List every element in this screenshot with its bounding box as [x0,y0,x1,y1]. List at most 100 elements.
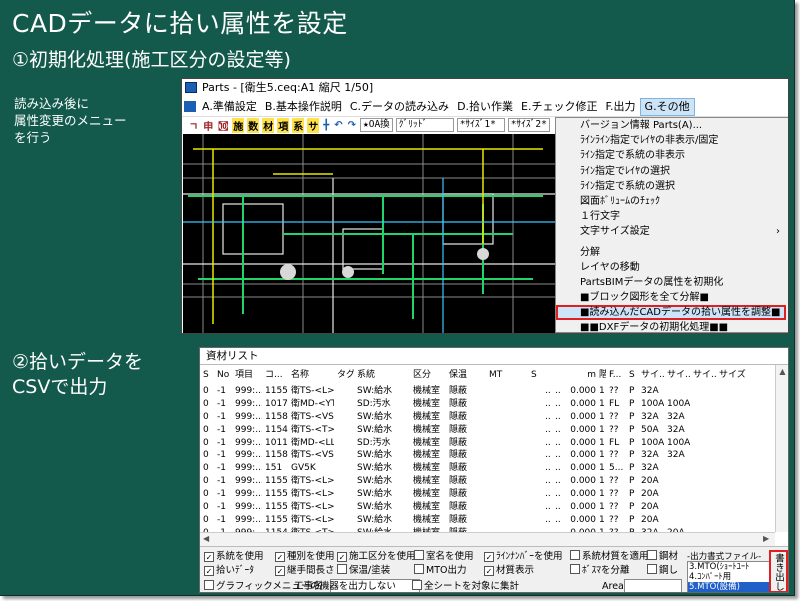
table-row[interactable]: 0 -1 999:...1155衛TS-<L>エル... SW:給水 機械室隠蔽....… [200,475,775,488]
checkbox-empty-icon[interactable] [570,564,580,574]
table-cell: 1 [599,437,605,448]
tool-button[interactable]: 数 [247,117,260,133]
snap-select[interactable]: ★OA換 [360,118,393,132]
menu-check[interactable]: E.チェック修正 [517,98,601,116]
table-row[interactable]: 0 -1 999:...1011衛MD-<LL>9... SD:汚水 機械室隠蔽....… [200,437,775,450]
menu-item-explode-blocks[interactable]: ■ブロック図形を全て分解■ [556,290,788,305]
option-checkbox[interactable]: 全シートを対象に集計 [412,580,519,592]
option-checkbox[interactable]: ✓ 材質表示 [484,564,534,577]
checkbox-empty-icon[interactable] [414,550,424,560]
scroll-right-icon[interactable]: ▶ [763,534,769,543]
checkbox-checked-icon[interactable]: ✓ [337,552,347,562]
table-cell: 32A [667,424,685,435]
option-checkbox[interactable]: ✓ 系統を使用 [204,550,264,563]
grid-select[interactable]: ｸﾞﾘｯﾄﾞ [395,118,454,132]
menu-item-single-text[interactable]: １行文字 [556,209,788,224]
menu-item-volume-check[interactable]: 図面ﾎﾞﾘｭｰﾑのﾁｪｯｸ [556,194,788,209]
crosshair-icon[interactable]: ╋ [322,120,330,131]
menu-item-version[interactable]: バージョン情報 Parts(A)... [556,118,788,133]
option-checkbox[interactable]: 系統材質を適用 [570,550,649,563]
option-checkbox[interactable]: 鋼し [647,564,678,577]
checkbox-empty-icon[interactable] [204,580,214,590]
format-list-item[interactable]: 4.ｺﾝﾊﾟｰﾄ用 [688,572,770,582]
table-row[interactable]: 0 -1 999:...1158衛TS-<VS>バ... SW:給水 機械室隠蔽....… [200,411,775,424]
menu-pickup[interactable]: D.拾い作業 [453,98,517,116]
menu-item-move-layer[interactable]: レイヤの移動 [556,260,788,275]
checkbox-empty-icon[interactable] [337,564,347,574]
checkbox-checked-icon[interactable]: ✓ [484,552,494,562]
checkbox-empty-icon[interactable] [412,580,422,590]
area-input[interactable] [624,579,682,592]
menu-load[interactable]: C.データの読み込み [346,98,453,116]
menu-item-explode[interactable]: 分解 [556,245,788,260]
tool-button[interactable]: 項 [277,117,290,133]
checkbox-checked-icon[interactable]: ✓ [484,566,494,576]
option-checkbox[interactable]: MTO出力 [414,564,466,577]
option-checkbox[interactable]: ✓ 継手間長さ [275,564,335,577]
table-row[interactable]: 0 -1 999:...1154衛TS-<T>チー... SW:給水 機械室隠蔽....… [200,424,775,437]
checkbox-checked-icon[interactable]: ✓ [204,552,214,562]
menu-item-init-bim[interactable]: PartsBIMデータの属性を初期化 [556,275,788,290]
format-list-item[interactable]: 5.MTO(設備) [688,582,770,592]
option-checkbox[interactable]: ✓ 拾いﾃﾞｰﾀ [204,564,254,577]
menu-item-text-size[interactable]: 文字サイズ設定 › [556,224,788,239]
scroll-left-icon[interactable]: ◀ [203,534,209,543]
menu-prep[interactable]: A.準備設定 [198,98,261,116]
format-list-item[interactable]: 3.MTO(ｼｮｰﾄﾕｰﾄ [688,562,770,572]
horizontal-scrollbar[interactable]: ◀ ▶ [200,532,775,546]
option-checkbox[interactable]: ✓ 施工区分を使用 [337,550,416,563]
table-row[interactable]: 0 -1 999:...1155衛TS-<L>エル... SW:給水 機械室隠蔽....… [200,385,775,398]
redo-icon[interactable]: ↷ [347,120,357,131]
undo-icon[interactable]: ↶ [333,120,343,131]
option-checkbox[interactable]: グラフィックメニューの機器を出力しない [204,580,396,592]
checkbox-checked-icon[interactable]: ✓ [275,552,285,562]
table-row[interactable]: 0 -1 999:...1155衛TS-<L>エル... SW:給水 機械室隠蔽....… [200,488,775,501]
checkbox-empty-icon[interactable] [414,564,424,574]
option-checkbox[interactable]: 保温/塗装 [337,564,390,577]
table-cell: .. [555,398,561,409]
table-cell: FL [609,437,620,448]
tool-button[interactable]: 系 [292,117,305,133]
option-checkbox[interactable]: ﾎﾞｽﾏを分離 [570,564,630,577]
tool-button[interactable]: 施 [232,117,245,133]
checkbox-checked-icon[interactable]: ✓ [204,566,214,576]
format-list[interactable]: 3.MTO(ｼｮｰﾄﾕｰﾄ 4.ｺﾝﾊﾟｰﾄ用 5.MTO(設備) [687,561,771,592]
checkbox-checked-icon[interactable]: ✓ [275,566,285,576]
table-row[interactable]: 0 -1 999:...1155衛TS-<L>エル... SW:給水 機械室隠蔽....… [200,501,775,514]
option-checkbox[interactable]: 鋼材 [647,550,678,563]
tool-button[interactable]: サ [307,117,320,133]
menu-item-adjust-attributes[interactable]: ■読み込んだCADデータの拾い属性を調整■ [556,305,786,321]
menu-basic[interactable]: B.基本操作説明 [261,98,346,116]
tool-button[interactable]: ㉈ [217,118,229,133]
table-cell [716,385,746,398]
option-checkbox[interactable]: ✓ ﾗｲﾝﾅﾝﾊﾞｰを使用 [484,550,563,563]
checkbox-empty-icon[interactable] [647,564,657,574]
option-checkbox[interactable]: ✓ 種別を使用 [275,550,335,563]
tool-button[interactable]: ㄱ [188,118,199,133]
parts-grid[interactable]: SNo項目コ...名称タグ系統区分保温MTSm階F...Sサイ...サイ...サ… [200,365,775,532]
checkbox-empty-icon[interactable] [647,550,657,560]
table-row[interactable]: 0 -1 999:...1155衛TS-<L>エル... SW:給水 機械室隠蔽....… [200,514,775,527]
tool-button[interactable]: 材 [262,117,275,133]
menu-output[interactable]: F.出力 [601,98,639,116]
menu-item-dxf-init[interactable]: ■■DXFデータの初期化処理■■ [556,320,788,333]
vertical-scrollbar[interactable]: ▲ [775,365,788,532]
menu-app-icon[interactable] [184,101,196,112]
table-cell: P [629,437,635,448]
menu-item-select-system[interactable]: ﾗｲﾝ指定で系統の選択 [556,179,788,194]
checkbox-empty-icon[interactable] [570,550,580,560]
write-out-button[interactable]: 書き出し [769,550,788,592]
menu-item-hide-system[interactable]: ﾗｲﾝ指定で系統の非表示 [556,148,788,163]
scroll-up-icon[interactable]: ▲ [776,367,788,376]
table-row[interactable]: 0 -1 999:...1017衛MD-<YT>90... SD:汚水 機械室隠蔽...… [200,398,775,411]
menu-item-hide-layer[interactable]: ﾗｲﾝﾗｲﾝ指定でﾚｲﾔの非表示/固定 [556,133,788,148]
menu-item-select-layer[interactable]: ﾗｲﾝ指定でﾚｲﾔの選択 [556,164,788,179]
table-row[interactable]: 0 -1 999:... 151 GV5K SW:給水 機械室 隠蔽.... 0.000 1 5..… [200,462,775,475]
tool-button[interactable]: 申 [202,118,214,133]
cad-canvas[interactable] [183,134,556,333]
size2-select[interactable]: *ｻｲｽﾞ2* [507,118,550,132]
option-checkbox[interactable]: 室名を使用 [414,550,474,563]
table-row[interactable]: 0 -1 999:...1158衛TS-<VS>バ... SW:給水 機械室隠蔽....… [200,449,775,462]
menu-other[interactable]: G.その他 [639,97,695,116]
size1-select[interactable]: *ｻｲｽﾞ1* [456,118,505,132]
